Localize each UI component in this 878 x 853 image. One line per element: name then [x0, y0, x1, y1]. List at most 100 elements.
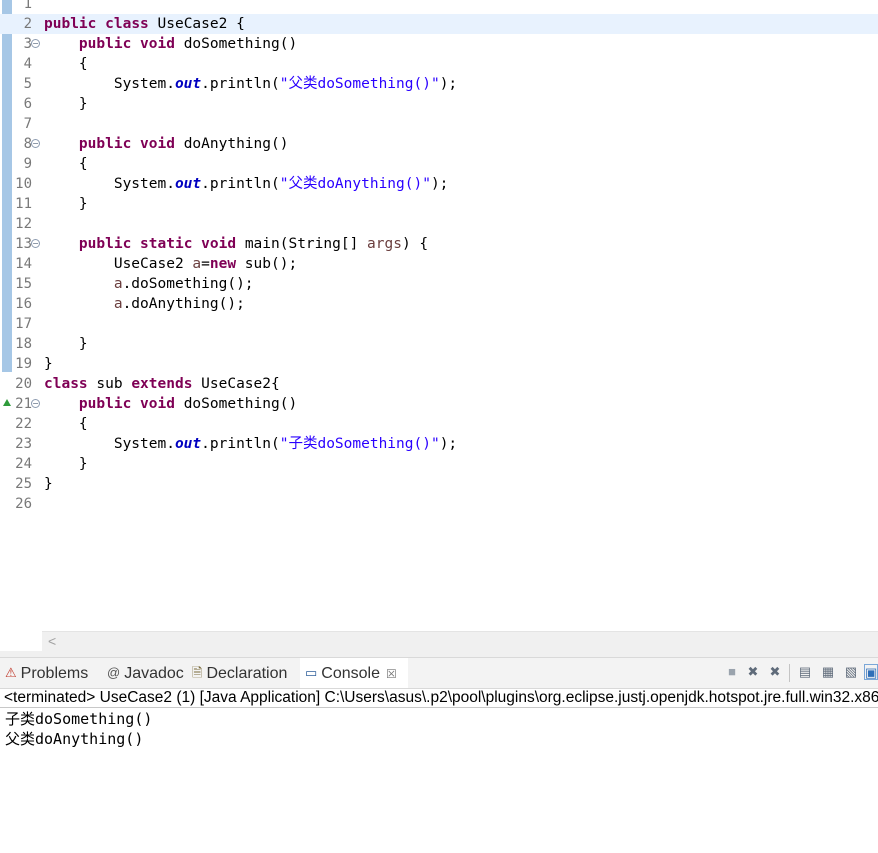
code-token: public — [44, 16, 97, 32]
code-token: ); — [430, 176, 449, 192]
fold-toggle-icon[interactable]: − — [31, 39, 40, 48]
code-editor[interactable]: 1 2 public class UseCase2 {3− public void … — [0, 0, 878, 631]
line-number: 8 — [23, 136, 32, 152]
code-token: UseCase2 { — [148, 16, 245, 32]
close-tab-icon[interactable]: ☒ — [386, 667, 397, 681]
code-text: public void doAnything() — [44, 134, 289, 154]
fold-toggle-icon[interactable]: − — [31, 399, 40, 408]
code-line[interactable]: 21− public void doSomething() — [0, 394, 878, 414]
line-number: 6 — [23, 96, 32, 112]
code-token: doSomething() — [174, 396, 298, 412]
tab-problems[interactable]: ⚠ Problems — [0, 658, 100, 688]
line-number: 24 — [15, 456, 32, 472]
remove-all-launches-icon[interactable]: ✖ — [767, 664, 783, 680]
line-number: 14 — [15, 256, 32, 272]
code-text: { — [44, 154, 88, 174]
code-token: public — [78, 36, 132, 52]
remove-launch-icon[interactable]: ✖ — [745, 664, 761, 680]
tab-label: Console — [321, 665, 380, 682]
tab-javadoc[interactable]: @ Javadoc — [102, 658, 184, 688]
code-token: class — [105, 16, 149, 32]
code-line[interactable]: 9 { — [0, 154, 878, 174]
code-line[interactable]: 18 } — [0, 334, 878, 354]
code-text: UseCase2 a=new sub(); — [44, 254, 297, 274]
code-text: } — [44, 194, 88, 214]
code-line[interactable]: 4 { — [0, 54, 878, 74]
tab-label: Declaration — [206, 665, 288, 682]
code-token: } — [44, 336, 88, 352]
code-token: main(String[] — [236, 236, 368, 252]
code-line[interactable]: 10 System.out.println("父类doAnything()"); — [0, 174, 878, 194]
code-token: out — [174, 176, 202, 192]
show-on-output-icon[interactable]: ▧ — [843, 664, 859, 680]
pin-console-icon[interactable]: ▣ — [864, 664, 878, 680]
code-line[interactable]: 11 } — [0, 194, 878, 214]
line-number: 21 — [15, 396, 32, 412]
line-number: 17 — [15, 316, 32, 332]
code-line[interactable]: 15 a.doSomething(); — [0, 274, 878, 294]
code-token: sub(); — [236, 256, 298, 272]
override-marker-icon[interactable] — [3, 399, 11, 406]
tab-console[interactable]: ▭ Console ☒ — [300, 658, 408, 688]
code-line[interactable]: 12 — [0, 214, 878, 234]
code-line[interactable]: 5 System.out.println("父类doSomething()"); — [0, 74, 878, 94]
clear-console-icon[interactable]: ▤ — [797, 664, 813, 680]
code-token: a — [192, 256, 202, 272]
code-line[interactable]: 16 a.doAnything(); — [0, 294, 878, 314]
line-number: 12 — [15, 216, 32, 232]
code-line[interactable]: 24 } — [0, 454, 878, 474]
code-token: .doSomething(); — [122, 276, 254, 292]
code-line[interactable]: 6 } — [0, 94, 878, 114]
code-line[interactable]: 19} — [0, 354, 878, 374]
horizontal-scrollbar[interactable]: < — [42, 631, 878, 652]
code-text: public static void main(String[] args) { — [44, 234, 428, 254]
code-token: "父类doSomething()" — [279, 76, 440, 92]
code-line[interactable]: 20 class sub extends UseCase2{ — [0, 374, 878, 394]
scroll-left-icon[interactable]: < — [48, 633, 56, 649]
code-line[interactable]: 3− public void doSomething() — [0, 34, 878, 54]
scroll-lock-icon[interactable]: ▦ — [820, 664, 836, 680]
code-token: public — [78, 236, 132, 252]
line-number: 15 — [15, 276, 32, 292]
code-line[interactable]: 1 — [0, 0, 878, 14]
code-token: "子类doSomething()" — [279, 436, 440, 452]
terminate-icon[interactable]: ■ — [724, 664, 740, 680]
code-token: ); — [439, 436, 458, 452]
code-line[interactable]: 23 System.out.println("子类doSomething()")… — [0, 434, 878, 454]
code-line[interactable]: 25} — [0, 474, 878, 494]
console-output-line: 子类doSomething() — [5, 710, 153, 728]
tab-declaration[interactable]: 🗎 Declaration — [187, 658, 297, 688]
code-line[interactable]: 13− public static void main(String[] arg… — [0, 234, 878, 254]
code-line[interactable]: 14 UseCase2 a=new sub(); — [0, 254, 878, 274]
code-text: public void doSomething() — [44, 394, 297, 414]
code-text: } — [44, 354, 53, 374]
code-line[interactable]: 7 — [0, 114, 878, 134]
code-token: extends — [131, 376, 193, 392]
code-text: } — [44, 454, 88, 474]
code-line[interactable]: 17 — [0, 314, 878, 334]
code-token: "父类doAnything()" — [279, 176, 431, 192]
code-token: } — [44, 356, 53, 372]
fold-toggle-icon[interactable]: − — [31, 239, 40, 248]
code-text: a.doAnything(); — [44, 294, 245, 314]
code-token: .doAnything(); — [122, 296, 245, 312]
code-token: static — [140, 236, 193, 252]
code-text: } — [44, 334, 88, 354]
line-number: 20 — [15, 376, 32, 392]
code-line[interactable]: 8− public void doAnything() — [0, 134, 878, 154]
fold-toggle-icon[interactable]: − — [31, 139, 40, 148]
code-text: } — [44, 474, 53, 494]
code-token: { — [44, 56, 88, 72]
code-text: public class UseCase2 { — [44, 14, 245, 34]
view-tab-bar: ⚠ Problems @ Javadoc 🗎 Declaration ▭ Console ☒ ■… — [0, 657, 878, 689]
code-token: { — [44, 156, 88, 172]
code-line[interactable]: 22 { — [0, 414, 878, 434]
code-text: public void doSomething() — [44, 34, 297, 54]
code-line[interactable]: 2 public class UseCase2 { — [0, 14, 878, 34]
code-line[interactable]: 26 — [0, 494, 878, 514]
